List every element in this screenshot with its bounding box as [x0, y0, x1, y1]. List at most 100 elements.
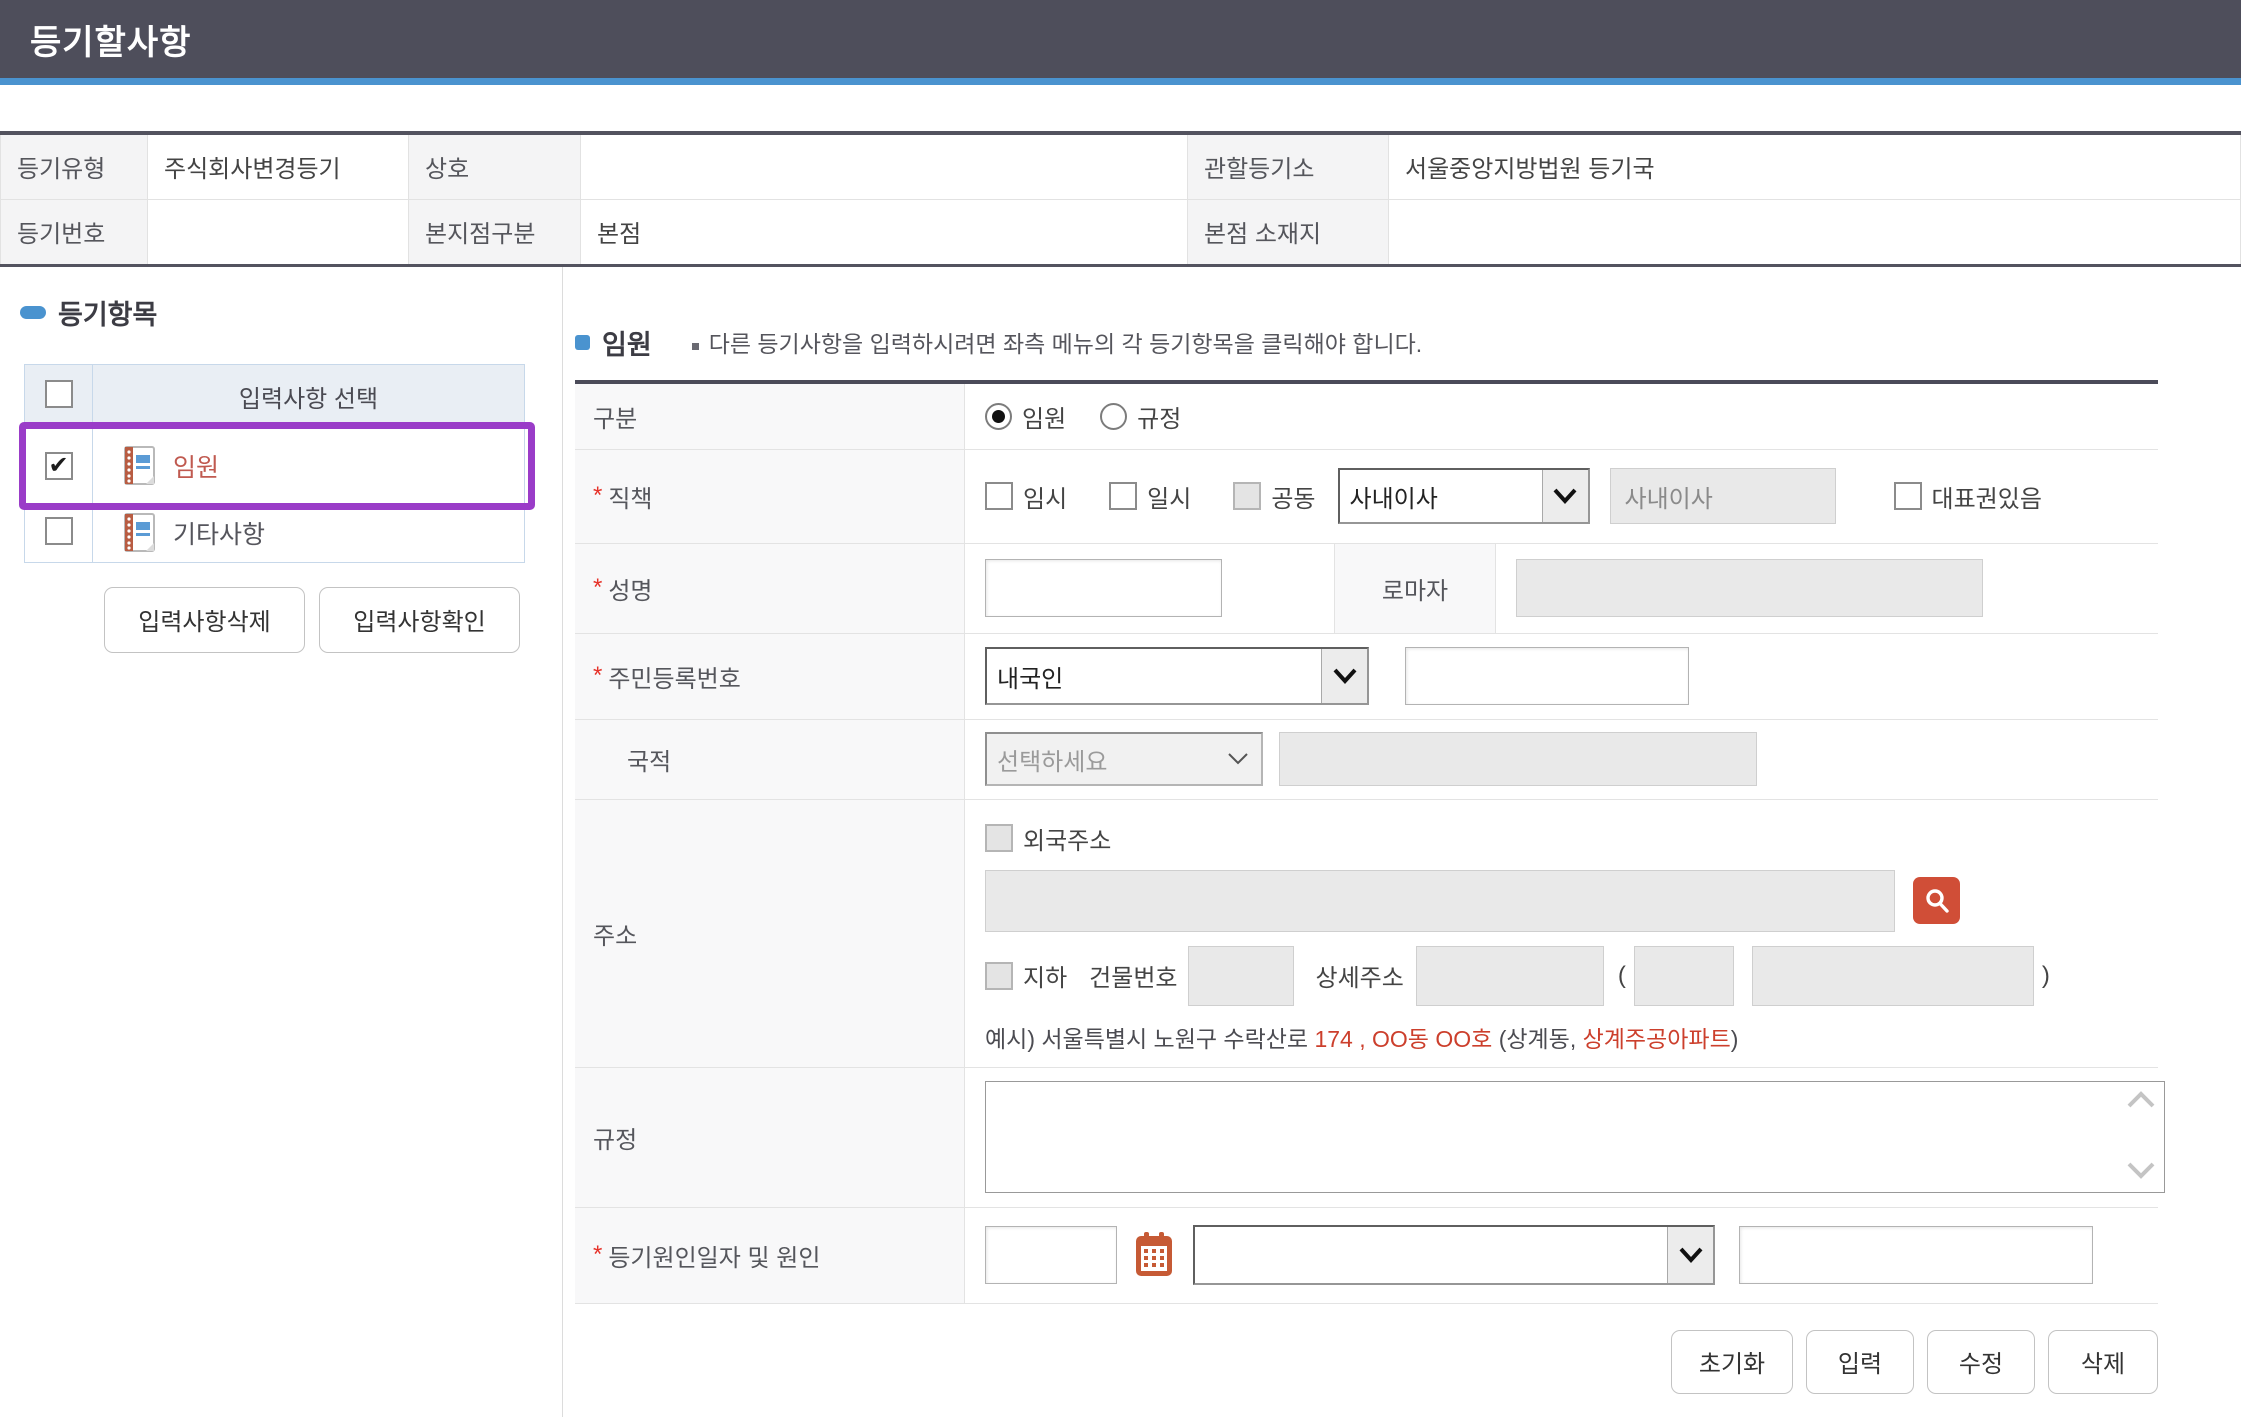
sidebar-item-imwon-label: 임원 [173, 448, 219, 484]
registration-page: 등기할사항 등기유형 주식회사변경등기 상호 관할등기소 서울중앙지방법원 등기… [0, 0, 2241, 1418]
officer-form: 구분 임원 규정 * 직책 임시 [575, 380, 2158, 1304]
cause-select[interactable] [1193, 1225, 1715, 1285]
paren-close: ) [2042, 962, 2050, 990]
selection-table-header: 입력사항 선택 [25, 364, 525, 428]
romaja-label: 로마자 [1334, 544, 1496, 633]
required-marker: * [593, 662, 602, 690]
building-number-label: 건물번호 [1089, 958, 1177, 993]
confirm-items-button[interactable]: 입력사항확인 [319, 587, 520, 653]
address-example-text: 예시) 서울특별시 노원구 수락산로 174 , OO동 OO호 (상계동, 상… [985, 1020, 1738, 1054]
scroll-down-icon[interactable] [2126, 1158, 2156, 1186]
address-field[interactable] [985, 870, 1895, 932]
gubun-label: 구분 [593, 399, 637, 434]
name-field[interactable] [985, 559, 1222, 617]
resident-number-field[interactable] [1405, 647, 1689, 705]
romaja-field[interactable] [1516, 559, 1983, 617]
chevron-down-icon [1321, 649, 1367, 703]
delete-button[interactable]: 삭제 [2048, 1330, 2158, 1394]
company-name-label: 상호 [409, 133, 581, 199]
notebook-icon [119, 512, 157, 554]
gubun-gyujeong-radio[interactable] [1100, 403, 1127, 430]
foreign-address-checkbox-label: 외국주소 [1023, 821, 1111, 856]
reg-type-value: 주식회사변경등기 [148, 133, 409, 199]
country-select[interactable]: 선택하세요 [985, 732, 1263, 786]
sidebar-item-gitasahang-label: 기타사항 [173, 515, 265, 551]
jikchaek-label: 직책 [608, 479, 652, 514]
nationality-type-select-value: 내국인 [987, 649, 1321, 703]
registry-office-label: 관할등기소 [1188, 133, 1389, 199]
reg-type-label: 등기유형 [1, 133, 148, 199]
delete-items-button[interactable]: 입력사항삭제 [104, 587, 305, 653]
imsi-checkbox-label: 임시 [1023, 479, 1067, 514]
foreign-address-checkbox[interactable] [985, 824, 1013, 852]
edit-button[interactable]: 수정 [1927, 1330, 2035, 1394]
detail-address-field[interactable] [1416, 946, 1604, 1006]
daepyo-checkbox-label: 대표권있음 [1932, 479, 2042, 514]
basement-checkbox[interactable] [985, 962, 1013, 990]
wonin-label: 등기원인일자 및 원인 [608, 1238, 820, 1273]
ilsi-checkbox[interactable] [1109, 482, 1137, 510]
notebook-icon [119, 445, 157, 487]
form-section-title: 임원 [602, 323, 652, 362]
chevron-down-icon [1542, 470, 1588, 522]
building-number-field[interactable] [1188, 946, 1294, 1006]
reference-field[interactable] [1752, 946, 2034, 1006]
required-marker: * [593, 574, 602, 602]
select-all-checkbox[interactable] [45, 380, 73, 408]
page-title: 등기할사항 [30, 15, 191, 64]
position-name-field[interactable]: 사내이사 [1610, 468, 1836, 524]
selection-header-label: 입력사항 선택 [93, 364, 525, 428]
gubun-imwon-radio[interactable] [985, 403, 1012, 430]
position-select[interactable]: 사내이사 [1338, 468, 1590, 524]
cause-detail-field[interactable] [1739, 1226, 2093, 1284]
cause-date-field[interactable] [985, 1226, 1117, 1284]
registration-items-sidebar: 등기항목 입력사항 선택 ✔ [0, 267, 563, 1417]
imwon-checkbox[interactable]: ✔ [45, 452, 73, 480]
chevron-down-icon [1667, 1227, 1713, 1283]
regulation-textarea[interactable] [985, 1081, 2165, 1193]
seongmyeong-label: 성명 [608, 571, 652, 606]
note-bullet-icon [692, 343, 699, 350]
reset-button[interactable]: 초기화 [1671, 1330, 1793, 1394]
search-icon [1923, 887, 1951, 915]
check-icon: ✔ [48, 454, 68, 478]
required-marker: * [593, 482, 602, 510]
address-search-button[interactable] [1913, 877, 1960, 924]
jumin-label: 주민등록번호 [608, 659, 740, 694]
page-header: 등기할사항 [0, 0, 2241, 78]
item-selection-table: 입력사항 선택 ✔ [24, 364, 525, 563]
company-name-value [581, 133, 1188, 199]
table-row: 등기번호 본지점구분 본점 본점 소재지 [1, 199, 2241, 265]
imsi-checkbox[interactable] [985, 482, 1013, 510]
sidebar-item-gitasahang[interactable]: 기타사항 [25, 504, 525, 562]
registry-office-value: 서울중앙지방법원 등기국 [1389, 133, 2241, 199]
gongdong-checkbox-label: 공동 [1271, 479, 1315, 514]
gongdong-checkbox[interactable] [1233, 482, 1261, 510]
daepyo-checkbox[interactable] [1894, 482, 1922, 510]
gyujeong-label: 규정 [593, 1120, 637, 1155]
header-accent-line [0, 78, 2241, 85]
branch-type-label: 본지점구분 [409, 199, 581, 265]
paren-open: ( [1618, 962, 1626, 990]
dong-field[interactable] [1634, 946, 1734, 1006]
input-button[interactable]: 입력 [1806, 1330, 1914, 1394]
gitasahang-checkbox[interactable] [45, 517, 73, 545]
form-section-note: 다른 등기사항을 입력하시려면 좌측 메뉴의 각 등기항목을 클릭해야 합니다. [709, 325, 1422, 359]
country-field[interactable] [1279, 732, 1757, 786]
sidebar-item-imwon[interactable]: ✔ [25, 428, 525, 504]
section-bullet-icon [20, 306, 46, 319]
detail-address-label: 상세주소 [1316, 958, 1404, 993]
sidebar-section-title: 등기항목 [58, 293, 157, 332]
head-office-value [1389, 199, 2241, 265]
section-bullet-icon [575, 335, 590, 350]
officer-form-area: 임원 다른 등기사항을 입력하시려면 좌측 메뉴의 각 등기항목을 클릭해야 합… [563, 267, 2241, 1417]
basement-checkbox-label: 지하 [1023, 958, 1067, 993]
scroll-up-icon[interactable] [2126, 1088, 2156, 1116]
nationality-type-select[interactable]: 내국인 [985, 647, 1369, 705]
gukjeok-label: 국적 [627, 742, 671, 777]
registration-info-table: 등기유형 주식회사변경등기 상호 관할등기소 서울중앙지방법원 등기국 등기번호… [0, 131, 2241, 267]
position-select-value: 사내이사 [1340, 470, 1542, 522]
gubun-gyujeong-radio-label: 규정 [1137, 399, 1181, 434]
branch-type-value: 본점 [581, 199, 1188, 265]
calendar-icon[interactable] [1133, 1231, 1175, 1279]
